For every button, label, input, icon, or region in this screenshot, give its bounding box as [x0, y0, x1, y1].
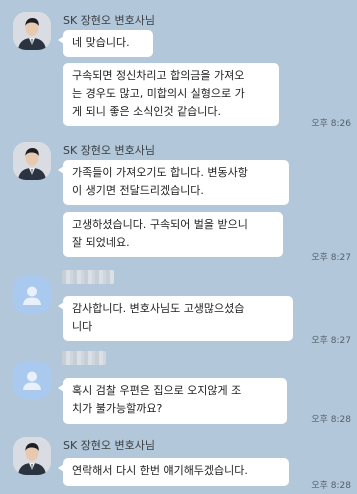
sender-name: SK 장현오 변호사님 [63, 144, 156, 157]
message-bubble[interactable]: 네 맞습니다. [58, 30, 153, 57]
message-bubble[interactable]: 가족들이 가져오기도 합니다. 변동사항 이 생기면 전달드리겠습니다. [58, 160, 289, 205]
default-profile-avatar[interactable] [13, 361, 51, 399]
message-bubble[interactable]: 감사합니다. 변호사님도 고생많으셨습 니다 [58, 296, 293, 341]
message-time: 오후 8:26 [311, 119, 351, 129]
message-time: 오후 8:27 [311, 336, 351, 346]
message-bubble[interactable]: 혹시 검찰 우편은 집으로 오지않게 조 치가 불가능할까요? [58, 378, 287, 424]
message-bubble[interactable]: 고생하셨습니다. 구속되어 벌을 받으니 잘 되었네요. [63, 212, 283, 257]
blurred-sender-name [62, 351, 106, 365]
chat-area: SK 장현오 변호사님 네 맞습니다. 구속되면 정신차리고 합의금을 가져오 … [0, 0, 357, 494]
person-icon [13, 361, 51, 399]
message-time: 오후 8:27 [311, 253, 351, 263]
message-time: 오후 8:28 [311, 481, 351, 491]
person-icon [13, 276, 51, 314]
message-time: 오후 8:28 [311, 415, 351, 425]
lawyer-avatar[interactable] [13, 142, 51, 180]
message-bubble[interactable]: 연락해서 다시 한번 얘기해두겠습니다. [58, 458, 289, 486]
sender-name: SK 장현오 변호사님 [63, 14, 156, 27]
lawyer-avatar[interactable] [13, 437, 51, 475]
message-bubble[interactable]: 구속되면 정신차리고 합의금을 가져오 는 경우도 많고, 미합의시 실형으로 … [63, 63, 279, 126]
sender-name: SK 장현오 변호사님 [63, 439, 156, 452]
blurred-sender-name [62, 270, 114, 284]
default-profile-avatar[interactable] [13, 276, 51, 314]
lawyer-avatar[interactable] [13, 12, 51, 50]
